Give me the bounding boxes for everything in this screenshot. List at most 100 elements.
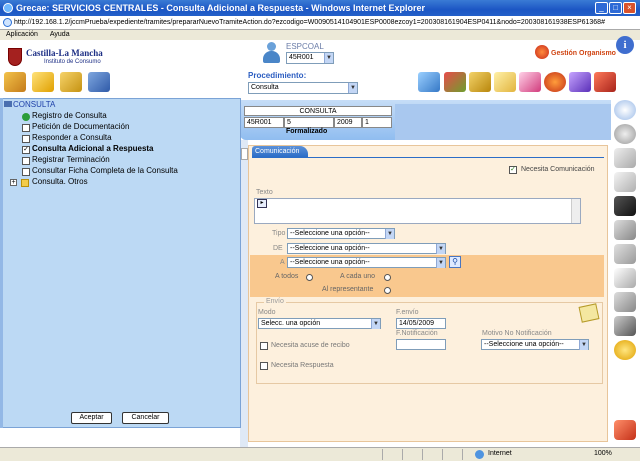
folder-icon[interactable] <box>60 72 82 92</box>
books-icon[interactable] <box>444 72 466 92</box>
de-label: DE <box>273 245 283 252</box>
zoom-icon[interactable] <box>614 100 636 120</box>
tree-item[interactable]: Responder a Consulta <box>32 133 112 142</box>
close-button[interactable]: × <box>623 2 636 14</box>
menu-bar: Aplicación Ayuda <box>0 30 640 40</box>
settings-icon[interactable] <box>614 340 636 360</box>
tree-item[interactable]: Registrar Terminación <box>32 155 110 164</box>
tree-root[interactable]: CONSULTA <box>13 100 55 109</box>
fnotificacion-input[interactable] <box>396 339 446 350</box>
database-icon[interactable] <box>88 72 110 92</box>
folder-open-icon[interactable] <box>32 72 54 92</box>
texto-editor-button[interactable]: ▸ <box>257 199 267 208</box>
chevron-down-icon: ▼ <box>348 83 357 93</box>
logo-title: Castilla-La Mancha <box>26 48 103 58</box>
sede-value: 45R001 <box>289 54 314 61</box>
radio-cada-uno[interactable] <box>384 274 391 281</box>
status-divider <box>422 449 423 460</box>
chevron-down-icon: ▼ <box>371 319 380 329</box>
tree-checkbox[interactable] <box>22 124 30 132</box>
de-value: --Seleccione una opción-- <box>290 245 370 252</box>
chevron-down-icon: ▼ <box>385 229 394 239</box>
computer-icon[interactable] <box>418 72 440 92</box>
radio-representante[interactable] <box>384 287 391 294</box>
de-select[interactable]: --Seleccione una opción-- ▼ <box>287 243 446 254</box>
list-icon[interactable] <box>614 244 636 264</box>
zone-label: Internet <box>488 450 512 457</box>
accept-button[interactable]: Aceptar <box>71 412 112 424</box>
print-preview-icon[interactable] <box>614 316 636 336</box>
tree-checkbox[interactable] <box>22 168 30 176</box>
exit-icon[interactable] <box>594 72 616 92</box>
tree-item[interactable]: Registro de Consulta <box>32 111 107 120</box>
chevron-down-icon: ▼ <box>436 244 445 254</box>
maximize-button[interactable]: □ <box>609 2 622 14</box>
fnotificacion-label: F.Notificación <box>396 330 438 337</box>
sign-icon[interactable] <box>519 72 541 92</box>
cancel-button[interactable]: Cancelar <box>122 412 169 424</box>
address-bar[interactable]: http://192.168.1.2/jccmPrueba/expediente… <box>0 16 640 30</box>
user-icon <box>267 42 276 51</box>
sede-select[interactable]: 45R001 ▼ <box>286 52 334 64</box>
modo-select[interactable]: Selecc. una opción ▼ <box>258 318 381 329</box>
radio-todos[interactable] <box>306 274 313 281</box>
tree-item[interactable]: Consulta. Otros <box>32 177 88 186</box>
minimize-button[interactable]: _ <box>595 2 608 14</box>
user-icon-body <box>263 51 280 63</box>
tipo-select[interactable]: --Seleccione una opción-- ▼ <box>287 228 395 239</box>
motivo-value: --Seleccione una opción-- <box>484 341 564 348</box>
respuesta-checkbox[interactable] <box>260 362 268 370</box>
chevron-down-icon: ▼ <box>324 53 333 63</box>
document-icon[interactable] <box>614 148 636 168</box>
expand-icon[interactable]: + <box>10 179 17 186</box>
completed-icon <box>22 113 30 121</box>
logo-subtitle: Instituto de Consumo <box>44 59 101 65</box>
tree-checkbox[interactable] <box>22 157 30 165</box>
gestion-organismo-link[interactable]: Gestión Organismo <box>551 50 616 57</box>
tree-checkbox-checked[interactable]: ✓ <box>22 146 30 154</box>
menu-aplicacion[interactable]: Aplicación <box>6 31 38 38</box>
motivo-select[interactable]: --Seleccione una opción-- ▼ <box>481 339 589 350</box>
blank-area <box>0 428 240 447</box>
respuesta-label: Necesita Respuesta <box>271 362 334 369</box>
printer-icon[interactable] <box>614 292 636 312</box>
expediente-cell: 2009 <box>334 117 362 128</box>
search-icon[interactable]: ⚲ <box>449 256 461 268</box>
back-icon[interactable] <box>614 124 636 144</box>
tab-comunicacion[interactable]: Comunicación <box>252 146 308 157</box>
menu-ayuda[interactable]: Ayuda <box>50 31 70 38</box>
acuse-label: Necesita acuse de recibo <box>271 342 350 349</box>
info-icon[interactable]: i <box>616 36 634 54</box>
expediente-cell: 1 <box>362 117 392 128</box>
collapsed-tab[interactable] <box>241 148 248 160</box>
tree-checkbox[interactable] <box>22 135 30 143</box>
gestion-organismo-icon[interactable] <box>535 45 549 59</box>
necesita-comunicacion-checkbox[interactable]: ✓ <box>509 166 517 174</box>
home-icon[interactable] <box>4 72 26 92</box>
tools-icon[interactable] <box>614 268 636 288</box>
status-divider <box>402 449 403 460</box>
a-select[interactable]: --Seleccione una opción-- ▼ <box>287 257 446 268</box>
copy-icon[interactable] <box>614 172 636 192</box>
expediente-header-band <box>395 104 611 140</box>
page-icon <box>3 18 12 27</box>
attach-icon[interactable] <box>614 220 636 240</box>
zoom-level[interactable]: 100% <box>594 448 612 460</box>
tree-item[interactable]: Petición de Documentación <box>32 122 129 131</box>
globe-icon[interactable] <box>544 72 566 92</box>
fenvio-input[interactable]: 14/05/2009 <box>396 318 446 329</box>
motivo-label: Motivo No Notificación <box>482 330 552 337</box>
texto-textarea[interactable] <box>254 198 581 224</box>
archive-icon[interactable] <box>469 72 491 92</box>
user-role: ESPCOAL <box>286 42 324 51</box>
document-edit-icon[interactable] <box>494 72 516 92</box>
users-icon[interactable] <box>569 72 591 92</box>
tree-item-selected[interactable]: Consulta Adicional a Respuesta <box>32 144 154 153</box>
delete-icon[interactable] <box>614 420 636 440</box>
save-icon[interactable] <box>614 196 636 216</box>
acuse-checkbox[interactable] <box>260 342 268 350</box>
procedimiento-select[interactable]: Consulta ▼ <box>248 82 358 94</box>
folder-icon <box>21 179 29 187</box>
textarea-scrollbar[interactable] <box>571 199 580 223</box>
tree-item[interactable]: Consultar Ficha Completa de la Consulta <box>32 166 178 175</box>
